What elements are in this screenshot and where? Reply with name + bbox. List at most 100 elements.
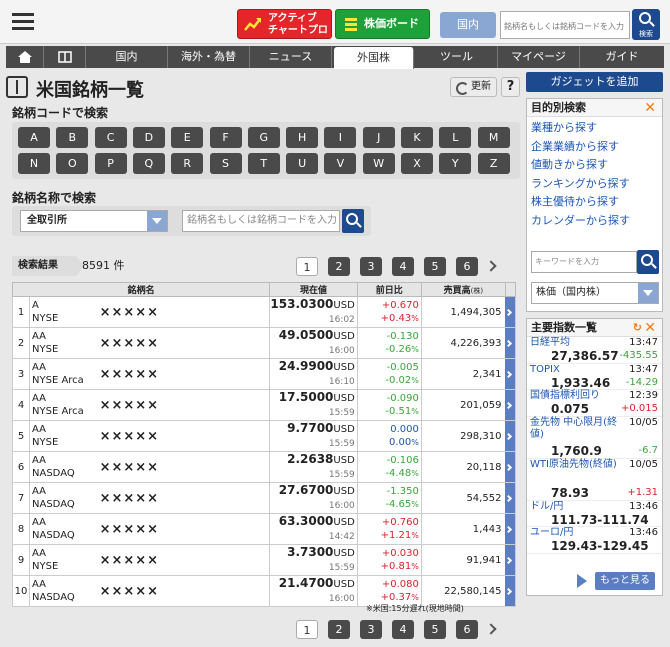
nav-tools[interactable]: ツール [416,46,498,68]
page-6-button[interactable]: 6 [456,257,478,276]
table-row[interactable]: 5 AA NYSE ××××× 9.7700USD 15:59 0.000 0.00% 298,… [11,420,517,452]
reload-icon[interactable]: ↻ [633,319,642,337]
symbol-cell[interactable]: AA NYSE [29,327,100,359]
page-2-button[interactable]: 2 [328,257,350,276]
top-search-button[interactable]: 検索 [632,9,660,40]
letter-key-a[interactable]: A [18,127,50,148]
row-detail-button[interactable] [505,420,517,452]
refresh-button[interactable]: 更新 [450,77,497,97]
stock-name[interactable]: ××××× [99,513,271,545]
purpose-link[interactable]: 企業業績から探す [527,138,662,157]
letter-key-o[interactable]: O [56,153,89,174]
letter-key-g[interactable]: G [247,127,280,148]
symbol-cell[interactable]: AA NYSE Arca [29,358,100,390]
index-item[interactable]: TOPIX 13:47 1,933.46 -14.29 [527,364,662,391]
table-row[interactable]: 10 AA NASDAQ ××××× 21.4700USD 16:00 +0.080 +0.3… [11,575,517,607]
table-row[interactable]: 7 AA NASDAQ ××××× 27.6700USD 16:00 -1.350 -4.65… [11,482,517,514]
chevron-right-icon[interactable] [485,260,497,272]
purpose-link[interactable]: 業種から探す [527,119,662,138]
add-gadget-button[interactable]: ガジェットを追加 [526,72,663,92]
purpose-link[interactable]: カレンダーから探す [527,212,662,231]
letter-key-h[interactable]: H [286,127,319,148]
market-domestic-tab[interactable]: 国内 [440,12,496,38]
purpose-link[interactable]: 値動きから探す [527,156,662,175]
symbol-cell[interactable]: AA NYSE Arca [29,389,100,421]
close-icon[interactable]: ✕ [644,99,656,117]
keyword-search-button[interactable] [637,250,659,274]
letter-key-e[interactable]: E [171,127,204,148]
symbol-cell[interactable]: A NYSE [29,296,100,328]
top-search-input[interactable]: 銘柄名もしくは銘柄コードを入力 [500,11,630,39]
letter-key-p[interactable]: P [94,153,127,174]
hamburger-menu-icon[interactable] [12,13,34,31]
purpose-link[interactable]: 株主優待から探す [527,193,662,212]
purpose-link[interactable]: ランキングから探す [527,175,662,194]
letter-key-d[interactable]: D [132,127,165,148]
stock-name[interactable]: ××××× [99,482,271,514]
symbol-cell[interactable]: AA NASDAQ [29,513,100,545]
row-detail-button[interactable] [505,358,517,390]
letter-key-m[interactable]: M [477,127,510,148]
letter-key-u[interactable]: U [286,153,319,174]
row-detail-button[interactable] [505,327,517,359]
nav-guide[interactable]: ガイド [580,46,664,68]
book-icon[interactable] [44,46,86,68]
row-detail-button[interactable] [505,451,517,483]
index-item[interactable]: 日経平均 13:47 27,386.57 -435.55 [527,337,662,364]
page-1-button[interactable]: 1 [296,620,318,639]
symbol-cell[interactable]: AA NASDAQ [29,482,100,514]
stock-name[interactable]: ××××× [99,327,271,359]
row-detail-button[interactable] [505,575,517,607]
page-1-button[interactable]: 1 [296,257,318,276]
keyword-input[interactable]: キーワードを入力 [531,251,637,273]
more-button[interactable]: もっと見る [595,572,655,590]
nav-news[interactable]: ニュース [250,46,332,68]
table-row[interactable]: 6 AA NASDAQ ××××× 2.2638USD 15:59 -0.106 -4.48%… [11,451,517,483]
close-icon[interactable]: ✕ [644,319,656,337]
table-row[interactable]: 2 AA NYSE ××××× 49.0500USD 16:00 -0.130 -0.26% 4… [11,327,517,359]
page-3-button[interactable]: 3 [360,620,382,639]
stock-name[interactable]: ××××× [99,544,271,576]
home-icon[interactable] [6,46,44,68]
active-chart-pro-button[interactable]: アクティブ チャートプロ [237,9,332,39]
row-detail-button[interactable] [505,296,517,328]
letter-key-l[interactable]: L [439,127,472,148]
index-item[interactable]: WTI原油先物(終値) 10/05 78.93 +1.31 [527,459,662,501]
letter-key-x[interactable]: X [401,153,433,174]
row-detail-button[interactable] [505,513,517,545]
page-3-button[interactable]: 3 [360,257,382,276]
nav-overseas-fx[interactable]: 海外・為替 [168,46,250,68]
symbol-cell[interactable]: AA NASDAQ [29,451,100,483]
page-6-button[interactable]: 6 [456,620,478,639]
index-name[interactable]: WTI原油先物(終値) [530,459,620,471]
stock-name[interactable]: ××××× [99,358,271,390]
index-item[interactable]: ユーロ/円 13:46 129.43-129.45 [527,527,662,554]
table-row[interactable]: 9 AA NYSE ××××× 3.7300USD 15:59 +0.030 +0.81% 91… [11,544,517,576]
page-2-button[interactable]: 2 [328,620,350,639]
stock-name[interactable]: ××××× [99,420,271,452]
letter-key-n[interactable]: N [18,153,50,174]
letter-key-s[interactable]: S [209,153,242,174]
letter-key-w[interactable]: W [362,153,395,174]
letter-key-i[interactable]: I [324,127,357,148]
page-5-button[interactable]: 5 [424,257,446,276]
stock-name[interactable]: ××××× [99,389,271,421]
help-button[interactable]: ? [501,77,520,97]
stock-name[interactable]: ××××× [99,296,271,328]
letter-key-y[interactable]: Y [439,153,472,174]
nav-domestic[interactable]: 国内 [86,46,168,68]
nav-foreign-stocks[interactable]: 外国株 [334,47,414,69]
page-4-button[interactable]: 4 [392,257,414,276]
letter-key-z[interactable]: Z [477,153,510,174]
letter-key-v[interactable]: V [324,153,357,174]
stock-board-button[interactable]: 株価ボード [335,9,430,39]
row-detail-button[interactable] [505,482,517,514]
letter-key-b[interactable]: B [56,127,89,148]
letter-key-q[interactable]: Q [132,153,165,174]
symbol-cell[interactable]: AA NYSE [29,544,100,576]
row-detail-button[interactable] [505,544,517,576]
letter-key-t[interactable]: T [247,153,280,174]
letter-key-k[interactable]: K [401,127,433,148]
nav-mypage[interactable]: マイページ [498,46,580,68]
chevron-right-icon[interactable] [485,623,497,635]
